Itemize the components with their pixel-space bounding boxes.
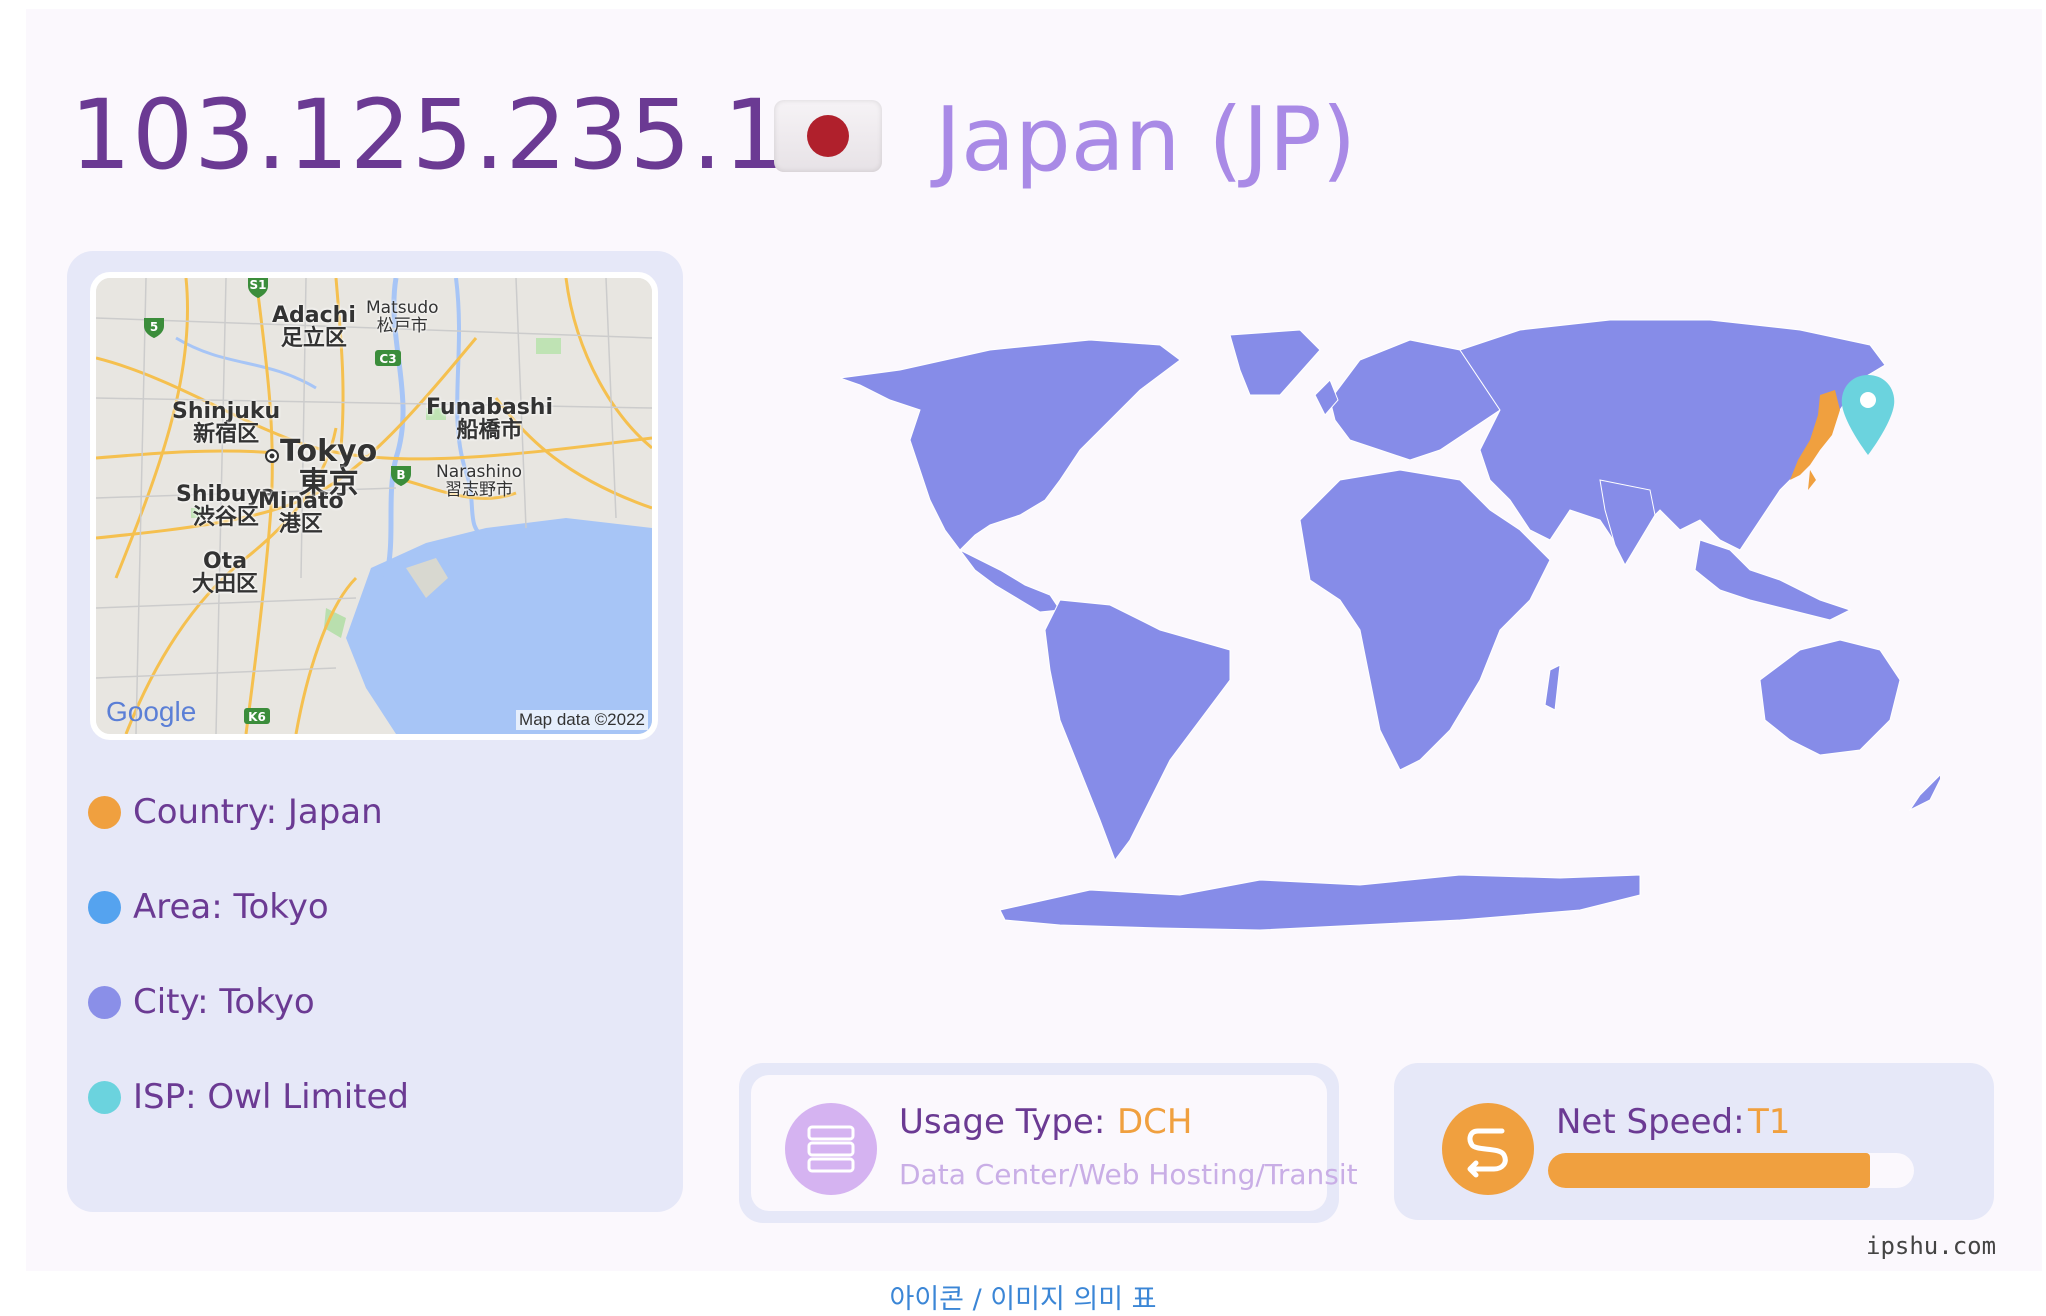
north-america-shape — [839, 339, 1181, 551]
net-speed-value: T1 — [1748, 1102, 1791, 1142]
shield-c3-label: C3 — [379, 352, 396, 366]
map-label-ota-jp: 大田区 — [192, 572, 259, 598]
shield-5-label: 5 — [150, 320, 158, 334]
usage-type-value: DCH — [1117, 1102, 1193, 1142]
net-speed-label: Net Speed: — [1556, 1102, 1745, 1142]
detail-area-text: Area: Tokyo — [133, 887, 329, 927]
world-map — [839, 319, 1940, 931]
country-title: Japan (JP) — [935, 88, 1357, 191]
net-speed-bar — [1548, 1153, 1914, 1188]
map-label-tokyo: Tokyo — [280, 434, 378, 469]
map-label-funabashi-jp: 船橋市 — [456, 418, 523, 444]
map-label-matsudo-jp: 松戸市 — [376, 315, 428, 336]
map-label-adachi-jp: 足立区 — [280, 326, 347, 352]
detail-city-text: City: Tokyo — [133, 982, 315, 1022]
antarctica-shape — [999, 874, 1641, 931]
country-dot-icon — [88, 795, 121, 829]
shield-k6-label: K6 — [248, 710, 266, 724]
map-label-ota: Ota — [202, 549, 248, 574]
detail-city: City: Tokyo — [88, 982, 315, 1022]
detail-isp: ISP: Owl Limited — [88, 1077, 409, 1117]
speed-route-icon — [1442, 1103, 1534, 1195]
usage-type-description: Data Center/Web Hosting/Transit — [899, 1158, 1358, 1191]
detail-country-text: Country: Japan — [133, 792, 383, 832]
location-map[interactable]: S1 5 C3 B K6 Adachi 足立区 Matsudo 松戸市 Shin… — [90, 272, 658, 740]
africa-shape — [1299, 469, 1551, 771]
footer-link[interactable]: 아이콘 / 이미지 의미 표 — [0, 1277, 2046, 1316]
server-icon — [785, 1103, 877, 1195]
map-label-adachi: Adachi — [272, 303, 356, 328]
watermark: ipshu.com — [1866, 1232, 1997, 1260]
shield-s1-label: S1 — [250, 278, 267, 292]
net-speed-bar-fill — [1548, 1153, 1871, 1188]
google-logo: Google — [106, 696, 197, 727]
australia-shape — [1759, 639, 1901, 756]
detail-country: Country: Japan — [88, 792, 383, 832]
south-america-shape — [1044, 599, 1231, 862]
ip-address: 103.125.235.1 — [70, 79, 786, 191]
isp-dot-icon — [88, 1080, 121, 1114]
map-attribution[interactable]: Map data ©2022 — [516, 710, 648, 730]
detail-area: Area: Tokyo — [88, 887, 329, 927]
area-dot-icon — [88, 890, 121, 924]
shield-b-label: B — [396, 468, 405, 482]
usage-type-label: Usage Type: — [899, 1102, 1106, 1142]
greenland-shape — [1229, 329, 1321, 396]
map-label-minato: Minato — [258, 489, 344, 514]
detail-isp-text: ISP: Owl Limited — [133, 1077, 409, 1117]
map-label-shinjuku-jp: 新宿区 — [193, 422, 260, 448]
southeast-asia-shape — [1694, 539, 1852, 621]
map-label-shinjuku: Shinjuku — [172, 399, 281, 424]
india-shape — [1599, 479, 1656, 567]
new-zealand-shape — [1908, 774, 1940, 812]
madagascar-shape — [1544, 664, 1561, 711]
map-label-narashino-jp: 習志野市 — [445, 479, 514, 500]
map-label-funabashi: Funabashi — [426, 395, 553, 420]
city-dot-icon — [88, 985, 121, 1019]
japan-flag-icon — [774, 100, 882, 172]
location-pin-icon — [1841, 375, 1895, 455]
map-label-minato-jp: 港区 — [278, 512, 323, 538]
central-america-shape — [959, 549, 1061, 613]
